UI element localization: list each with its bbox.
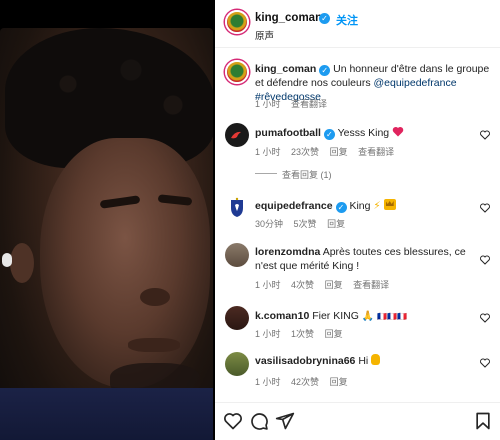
- comment-username[interactable]: equipedefrance: [255, 200, 333, 212]
- comment-body: Yesss King: [337, 127, 390, 139]
- instagram-post-dialog: king_coman ✓ 关注 原声 king_coman ✓ Un honne…: [0, 0, 500, 440]
- reply-button[interactable]: 回复: [325, 329, 343, 339]
- shirt: [0, 388, 213, 440]
- comment-username[interactable]: lorenzomdna: [255, 246, 320, 258]
- reply-button[interactable]: 回复: [330, 377, 348, 387]
- caption-meta: 1 小时 查看翻译: [255, 97, 335, 110]
- translate-button[interactable]: 查看翻译: [358, 147, 394, 157]
- bookmark-icon[interactable]: [473, 411, 493, 431]
- comment-body: Fier KING: [312, 310, 359, 322]
- commenter-avatar[interactable]: [225, 306, 249, 330]
- comment-icon[interactable]: [249, 411, 269, 431]
- comment-username[interactable]: vasilisadobrynina66: [255, 355, 355, 367]
- verified-icon: ✓: [319, 13, 330, 24]
- action-bar: [215, 402, 500, 440]
- like-comment-heart-icon[interactable]: [479, 202, 491, 214]
- comment-likes[interactable]: 42次赞: [291, 377, 319, 387]
- comment-body: King: [349, 200, 371, 212]
- comment-meta: 30分钟 5次赞 回复: [255, 217, 353, 230]
- verified-icon: ✓: [335, 202, 347, 213]
- post-media[interactable]: [0, 0, 215, 440]
- comment-time[interactable]: 1 小时: [255, 147, 281, 157]
- reply-button[interactable]: 回复: [327, 219, 345, 229]
- reply-button[interactable]: 回复: [325, 280, 343, 290]
- comment-time[interactable]: 1 小时: [255, 329, 281, 339]
- translate-button[interactable]: 查看翻译: [353, 280, 389, 290]
- replies-divider: [255, 173, 277, 174]
- praying-hands-emoji-icon: 🙏: [361, 311, 375, 322]
- comment-body: Hi: [358, 355, 369, 367]
- comment-meta: 1 小时 4次赞 回复 查看翻译: [255, 278, 397, 291]
- comment-likes[interactable]: 4次赞: [291, 280, 314, 290]
- video-frame[interactable]: [0, 28, 213, 440]
- comment-meta: 1 小时 1次赞 回复: [255, 327, 351, 340]
- comment-text: vasilisadobrynina66 Hi: [255, 354, 381, 368]
- translate-button[interactable]: 查看翻译: [291, 99, 327, 109]
- crown-emoji-icon: [383, 199, 396, 210]
- france-flags-emoji: 🇫🇷🇫🇷🇫🇷: [377, 312, 408, 321]
- audio-label[interactable]: 原声: [255, 28, 274, 42]
- commenter-avatar[interactable]: [225, 243, 249, 267]
- verified-icon: ✓: [319, 65, 331, 76]
- comment-text: lorenzomdna Après toutes ces blessures, …: [255, 245, 483, 273]
- caption-username[interactable]: king_coman: [255, 63, 316, 75]
- reply-button[interactable]: 回复: [330, 147, 348, 157]
- like-comment-heart-icon[interactable]: [479, 129, 491, 141]
- fff-crest-icon: [231, 197, 243, 217]
- comments-panel: king_coman ✓ 关注 原声 king_coman ✓ Un honne…: [215, 0, 500, 440]
- caption-avatar[interactable]: [225, 60, 249, 84]
- comment-meta: 1 小时 23次赞 回复 查看翻译: [255, 145, 402, 158]
- view-replies-button[interactable]: 查看回复 (1): [282, 168, 332, 181]
- praying-hands-emoji-icon: [371, 354, 381, 365]
- author-username[interactable]: king_coman: [255, 12, 322, 24]
- follow-button[interactable]: 关注: [336, 12, 358, 28]
- puma-logo-icon: [231, 131, 241, 139]
- comment-text: pumafootball ✓ Yesss King: [255, 126, 404, 140]
- comment-time[interactable]: 30分钟: [255, 219, 283, 229]
- comment-meta: 1 小时 42次赞 回复: [255, 375, 356, 388]
- caption-time[interactable]: 1 小时: [255, 99, 281, 109]
- heart-icon[interactable]: [223, 411, 243, 431]
- face: [40, 138, 210, 398]
- commenter-avatar[interactable]: [225, 352, 249, 376]
- commenter-avatar[interactable]: [225, 123, 249, 147]
- like-comment-heart-icon[interactable]: [479, 312, 491, 324]
- comment-time[interactable]: 1 小时: [255, 377, 281, 387]
- ear: [10, 243, 34, 283]
- red-heart-emoji-icon: [392, 126, 404, 137]
- comment-likes[interactable]: 5次赞: [294, 219, 317, 229]
- share-icon[interactable]: [275, 411, 295, 431]
- like-comment-heart-icon[interactable]: [479, 357, 491, 369]
- comment-likes[interactable]: 23次赞: [291, 147, 319, 157]
- author-avatar[interactable]: [225, 10, 249, 34]
- comment-username[interactable]: k.coman10: [255, 310, 309, 322]
- like-comment-heart-icon[interactable]: [479, 254, 491, 266]
- comment-text: equipedefrance ✓ King ⚡: [255, 199, 396, 213]
- comment-text: k.coman10 Fier KING 🙏 🇫🇷🇫🇷🇫🇷: [255, 309, 407, 324]
- commenter-avatar[interactable]: [225, 196, 249, 220]
- post-header: king_coman ✓ 关注 原声: [215, 0, 500, 48]
- comment-username[interactable]: pumafootball: [255, 127, 321, 139]
- mention-link[interactable]: @equipedefrance: [374, 77, 457, 89]
- lightning-emoji-icon: ⚡: [373, 200, 381, 212]
- verified-icon: ✓: [323, 129, 335, 140]
- comment-time[interactable]: 1 小时: [255, 280, 281, 290]
- earbud: [2, 253, 12, 267]
- comment-likes[interactable]: 1次赞: [291, 329, 314, 339]
